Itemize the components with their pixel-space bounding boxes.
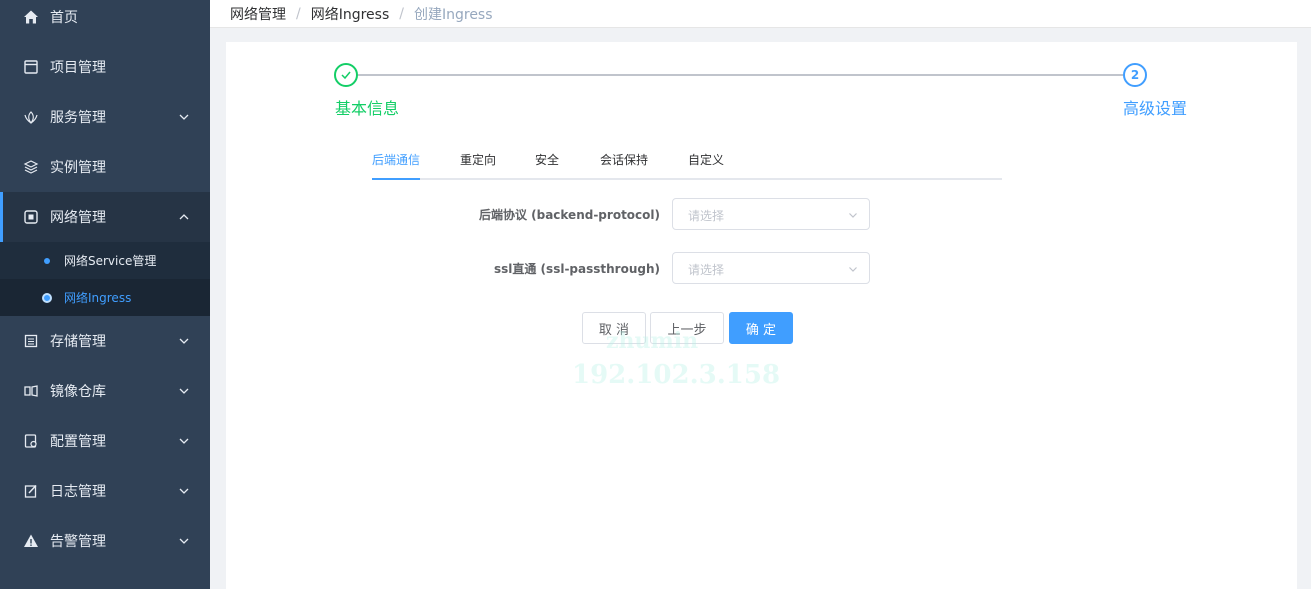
- registry-icon: [23, 383, 39, 399]
- previous-step-button[interactable]: 上一步: [650, 312, 724, 344]
- sidebar-item-alert[interactable]: 告警管理: [0, 516, 210, 566]
- chevron-up-icon: [179, 214, 189, 220]
- select-placeholder: 请选择: [688, 263, 725, 277]
- confirm-button[interactable]: 确 定: [729, 312, 793, 344]
- cancel-button[interactable]: 取 消: [582, 312, 646, 344]
- chevron-down-icon: [179, 338, 189, 344]
- sidebar-item-home[interactable]: 首页: [0, 0, 210, 42]
- tab-active-underline: [372, 178, 420, 180]
- sidebar-item-config[interactable]: 配置管理: [0, 416, 210, 466]
- sidebar-item-network[interactable]: 网络管理: [0, 192, 210, 242]
- chevron-down-icon: [179, 538, 189, 544]
- sidebar-item-registry[interactable]: 镜像仓库: [0, 366, 210, 416]
- breadcrumb-item-ingress[interactable]: 网络Ingress: [311, 4, 390, 24]
- log-icon: [23, 483, 39, 499]
- tab-custom[interactable]: 自定义: [688, 151, 724, 168]
- sidebar-item-project[interactable]: 项目管理: [0, 42, 210, 92]
- ssl-passthrough-select[interactable]: 请选择: [672, 252, 870, 284]
- chevron-down-icon: [179, 438, 189, 444]
- sidebar-item-storage[interactable]: 存储管理: [0, 316, 210, 366]
- step-1-title: 基本信息: [335, 99, 400, 118]
- home-icon: [23, 9, 39, 25]
- service-icon: [23, 109, 39, 125]
- submenu-item-network-ingress[interactable]: 网络Ingress: [0, 279, 210, 316]
- tab-session-affinity[interactable]: 会话保持: [600, 151, 648, 168]
- tab-bar: 后端通信 重定向 安全 会话保持 自定义: [372, 145, 1002, 180]
- sidebar-item-instance[interactable]: 实例管理: [0, 142, 210, 192]
- breadcrumb-separator: /: [399, 6, 404, 22]
- breadcrumb-separator: /: [296, 6, 301, 22]
- sidebar: 首页 项目管理 服务管理 实例管理 网络管理 网络Service管理 网络Ing…: [0, 0, 210, 589]
- network-submenu: 网络Service管理 网络Ingress: [0, 242, 210, 316]
- tab-backend-communication[interactable]: 后端通信: [372, 151, 420, 168]
- step-2-number: 2: [1123, 63, 1147, 87]
- project-icon: [23, 59, 39, 75]
- submenu-item-network-service[interactable]: 网络Service管理: [0, 242, 210, 279]
- chevron-down-icon: [849, 267, 857, 272]
- network-icon: [23, 209, 39, 225]
- chevron-down-icon: [179, 388, 189, 394]
- layers-icon: [23, 159, 39, 175]
- tab-security[interactable]: 安全: [535, 151, 559, 168]
- bullet-ring-icon: [42, 292, 52, 303]
- backend-protocol-select[interactable]: 请选择: [672, 198, 870, 230]
- bullet-dot-icon: [44, 257, 50, 264]
- backend-protocol-label: 后端协议 (backend-protocol): [478, 208, 660, 222]
- breadcrumb: 网络管理 / 网络Ingress / 创建Ingress: [230, 4, 493, 24]
- select-placeholder: 请选择: [688, 209, 725, 223]
- ssl-passthrough-label: ssl直通 (ssl-passthrough): [493, 262, 660, 276]
- tab-redirect[interactable]: 重定向: [460, 151, 496, 168]
- step-1-check-icon: [334, 63, 358, 87]
- chevron-down-icon: [179, 488, 189, 494]
- sidebar-item-service[interactable]: 服务管理: [0, 92, 210, 142]
- steps-connector-line: [358, 74, 1123, 76]
- sidebar-item-log[interactable]: 日志管理: [0, 466, 210, 516]
- top-bar: 网络管理 / 网络Ingress / 创建Ingress: [210, 0, 1311, 28]
- active-indicator: [0, 192, 3, 242]
- step-2-title: 高级设置: [1123, 99, 1188, 118]
- breadcrumb-item-network[interactable]: 网络管理: [230, 4, 286, 24]
- config-icon: [23, 433, 39, 449]
- chevron-down-icon: [179, 114, 189, 120]
- chevron-down-icon: [849, 213, 857, 218]
- alert-icon: [23, 533, 39, 549]
- breadcrumb-current: 创建Ingress: [413, 7, 493, 23]
- storage-icon: [23, 333, 39, 349]
